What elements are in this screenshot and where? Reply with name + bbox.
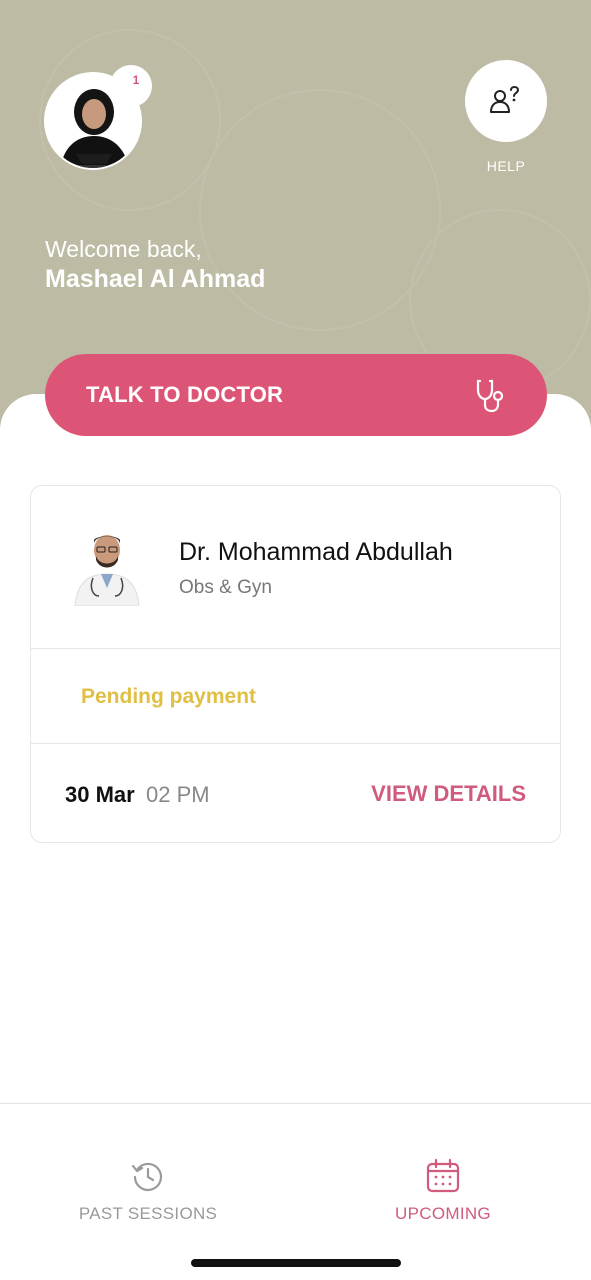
talk-to-doctor-button[interactable]: TALK TO DOCTOR <box>45 354 547 436</box>
view-details-button[interactable]: VIEW DETAILS <box>371 781 526 807</box>
tab-upcoming[interactable]: UPCOMING <box>333 1158 553 1224</box>
profile-avatar[interactable]: 1 <box>44 65 152 172</box>
status-row: Pending payment <box>31 649 560 744</box>
stethoscope-icon <box>476 379 504 413</box>
tab-upcoming-label: UPCOMING <box>395 1204 491 1223</box>
talk-to-doctor-label: TALK TO DOCTOR <box>86 382 284 407</box>
doctor-specialty: Obs & Gyn <box>179 577 272 598</box>
tab-past-sessions-label: PAST SESSIONS <box>78 1204 218 1223</box>
schedule-row: 30 Mar 02 PM VIEW DETAILS <box>31 744 560 842</box>
help-person-icon <box>490 86 520 113</box>
calendar-icon <box>426 1158 460 1193</box>
appointment-card[interactable]: Dr. Mohammad Abdullah Obs & Gyn Pending … <box>30 485 561 843</box>
tab-past-sessions[interactable]: PAST SESSIONS <box>38 1158 258 1224</box>
user-name: Mashael Al Ahmad <box>45 265 266 293</box>
help-label: HELP <box>486 158 526 174</box>
doctor-avatar-icon <box>69 526 145 606</box>
appointment-time: 02 PM <box>146 782 210 807</box>
home-indicator[interactable] <box>191 1259 401 1267</box>
bottom-nav-divider <box>0 1103 591 1104</box>
doctor-photo <box>69 526 145 606</box>
status-badge: Pending payment <box>81 685 257 708</box>
welcome-text: Welcome back, <box>45 236 202 262</box>
history-icon <box>131 1162 163 1192</box>
appointment-date: 30 Mar <box>65 782 135 807</box>
notification-badge: 1 <box>110 65 152 107</box>
help-button[interactable] <box>465 60 547 142</box>
doctor-name: Dr. Mohammad Abdullah <box>179 538 453 566</box>
doctor-info: Dr. Mohammad Abdullah Obs & Gyn <box>31 486 560 649</box>
